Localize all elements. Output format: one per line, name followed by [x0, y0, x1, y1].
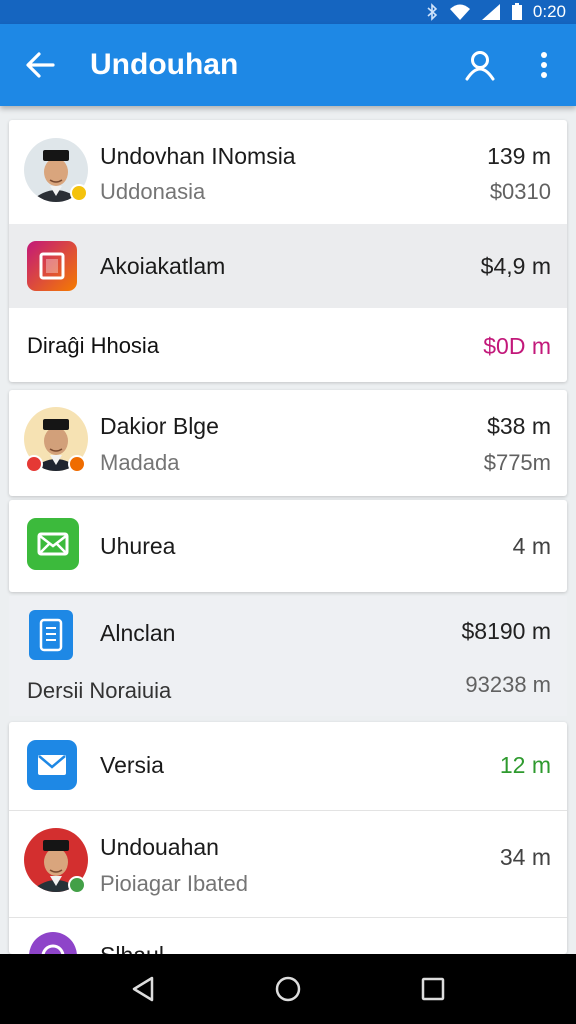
item-name: Uhurea	[100, 533, 176, 559]
more-vert-icon	[541, 52, 547, 78]
account-button[interactable]	[448, 24, 512, 106]
item-subtitle: Pioiagar Ibated	[100, 871, 248, 896]
list-item[interactable]: Undouahan Pioiagar Ibated 34 m	[9, 811, 567, 917]
back-button[interactable]	[0, 24, 80, 106]
app-icon	[29, 610, 73, 660]
card: Versia 12 m Undouahan Pioiagar Ibated 34…	[9, 722, 567, 954]
square-recents-icon	[422, 977, 445, 1001]
item-name: Undovhan INomsia	[100, 143, 296, 169]
app-icon	[27, 740, 77, 790]
list-item[interactable]: Diraĝi Hhosia $0D m	[9, 308, 567, 382]
nav-recents-button[interactable]	[408, 964, 458, 1014]
item-amount: 4 m	[512, 533, 551, 559]
list-item[interactable]: Alnclan $8190 m Dersii Noraiuia 93238 m	[9, 596, 567, 716]
note-icon	[39, 252, 65, 280]
app-bar: Undouhan	[0, 24, 576, 106]
app-icon	[27, 241, 77, 291]
arrow-left-icon	[26, 52, 55, 78]
mail-icon	[37, 532, 69, 556]
item-label: Dersii Noraiuia	[27, 678, 172, 703]
bluetooth-icon	[427, 3, 438, 21]
circle-icon	[41, 944, 65, 954]
tablet-icon	[39, 618, 63, 652]
list-item[interactable]: Uhurea 4 m	[9, 500, 567, 592]
list-item[interactable]: Akoiakatlam $4,9 m	[9, 224, 567, 308]
item-name: Slhaul	[100, 942, 164, 954]
envelope-icon	[38, 755, 66, 775]
item-name: Alnclan	[100, 620, 176, 646]
circle-home-icon	[275, 976, 301, 1002]
item-amount: $4,9 m	[480, 253, 551, 279]
clock: 0:20	[532, 2, 566, 21]
item-amount: $0D m	[483, 333, 551, 359]
app-icon	[29, 932, 77, 954]
card: Dakior Blge Madada $38 m $775m	[9, 390, 567, 496]
nav-home-button[interactable]	[263, 964, 313, 1014]
item-amount: 12 m	[499, 752, 551, 778]
card: Uhurea 4 m	[9, 500, 567, 592]
item-amount-secondary: $775m	[483, 450, 551, 475]
item-subtitle: Madada	[100, 450, 180, 475]
avatar	[24, 828, 88, 894]
item-name: Akoiakatlam	[100, 253, 226, 279]
page-title: Undouhan	[90, 48, 239, 81]
list-item[interactable]: Slhaul	[9, 918, 567, 954]
wifi-icon	[449, 4, 470, 20]
item-amount: $8190 m	[461, 618, 551, 644]
status-bar: 0:20	[0, 0, 576, 24]
item-name: Dakior Blge	[100, 413, 219, 439]
person-icon	[465, 51, 495, 81]
signal-icon	[481, 4, 500, 20]
overflow-menu-button[interactable]	[512, 24, 576, 106]
list-item[interactable]: Undovhan INomsia Uddonasia 139 m $0310	[9, 120, 567, 224]
item-amount-secondary: $0310	[489, 179, 551, 204]
item-subtitle: Uddonasia	[100, 179, 206, 204]
card: Undovhan INomsia Uddonasia 139 m $0310 A…	[9, 120, 567, 382]
avatar	[24, 407, 88, 473]
nav-back-button[interactable]	[118, 964, 168, 1014]
item-amount: $38 m	[487, 413, 551, 439]
item-amount-secondary: 93238 m	[465, 672, 551, 697]
item-label: Diraĝi Hhosia	[27, 333, 160, 358]
battery-icon	[511, 3, 522, 20]
list-item[interactable]: Dakior Blge Madada $38 m $775m	[9, 390, 567, 496]
system-nav-bar	[0, 954, 576, 1024]
app-icon	[27, 518, 79, 570]
item-name: Undouahan	[100, 834, 219, 860]
list-item[interactable]: Versia 12 m	[9, 722, 567, 810]
item-amount: 139 m	[487, 143, 551, 169]
item-amount: 34 m	[499, 844, 551, 870]
triangle-back-icon	[132, 976, 153, 1002]
download-list[interactable]: Undovhan INomsia Uddonasia 139 m $0310 A…	[0, 106, 576, 954]
item-name: Versia	[100, 752, 164, 778]
avatar	[24, 138, 88, 202]
